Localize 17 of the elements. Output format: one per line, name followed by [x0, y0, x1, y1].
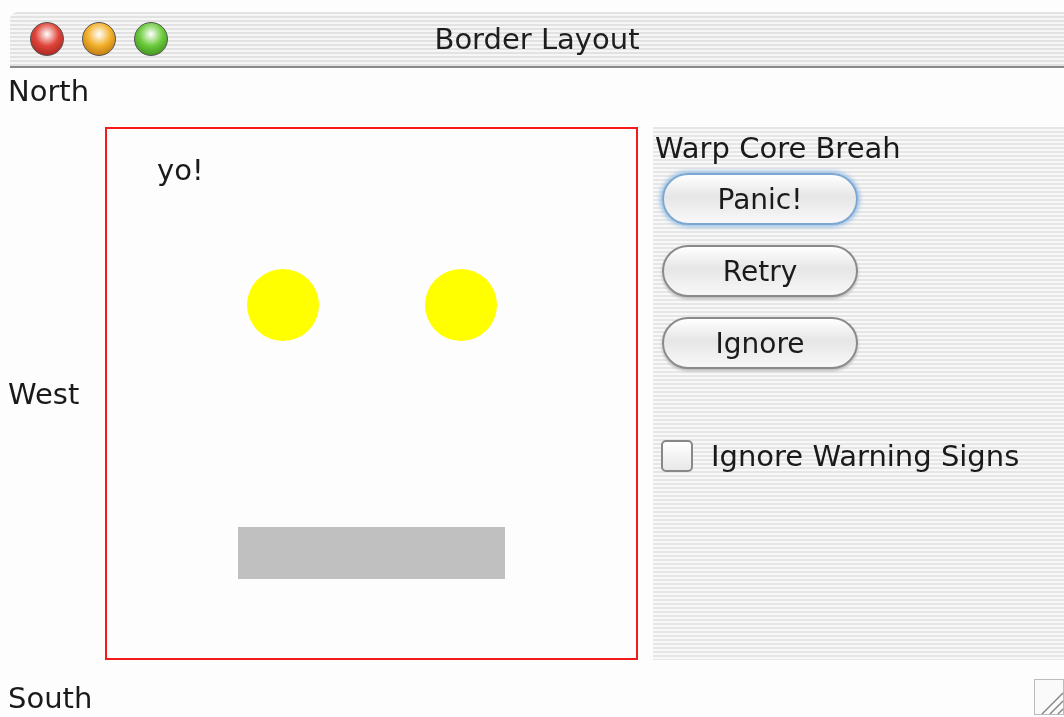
checkbox[interactable]: [661, 440, 693, 472]
canvas-text: yo!: [157, 153, 204, 187]
south-label: South: [8, 681, 93, 715]
minimize-icon[interactable]: [82, 22, 116, 56]
west-label: West: [8, 376, 80, 411]
push-button[interactable]: Panic!: [662, 173, 858, 225]
eye-circle: [247, 269, 319, 341]
checkbox-label[interactable]: Ignore Warning Signs: [711, 439, 1020, 473]
close-icon[interactable]: [30, 22, 64, 56]
resize-grip-icon[interactable]: [1034, 679, 1064, 715]
eye-circle: [425, 269, 497, 341]
panel-label: Warp Core Breah: [655, 131, 901, 165]
north-label: North: [8, 74, 90, 108]
push-button[interactable]: Retry: [662, 245, 858, 297]
zoom-icon[interactable]: [134, 22, 168, 56]
push-button[interactable]: Ignore: [662, 317, 858, 369]
window-title: Border Layout: [434, 22, 640, 56]
